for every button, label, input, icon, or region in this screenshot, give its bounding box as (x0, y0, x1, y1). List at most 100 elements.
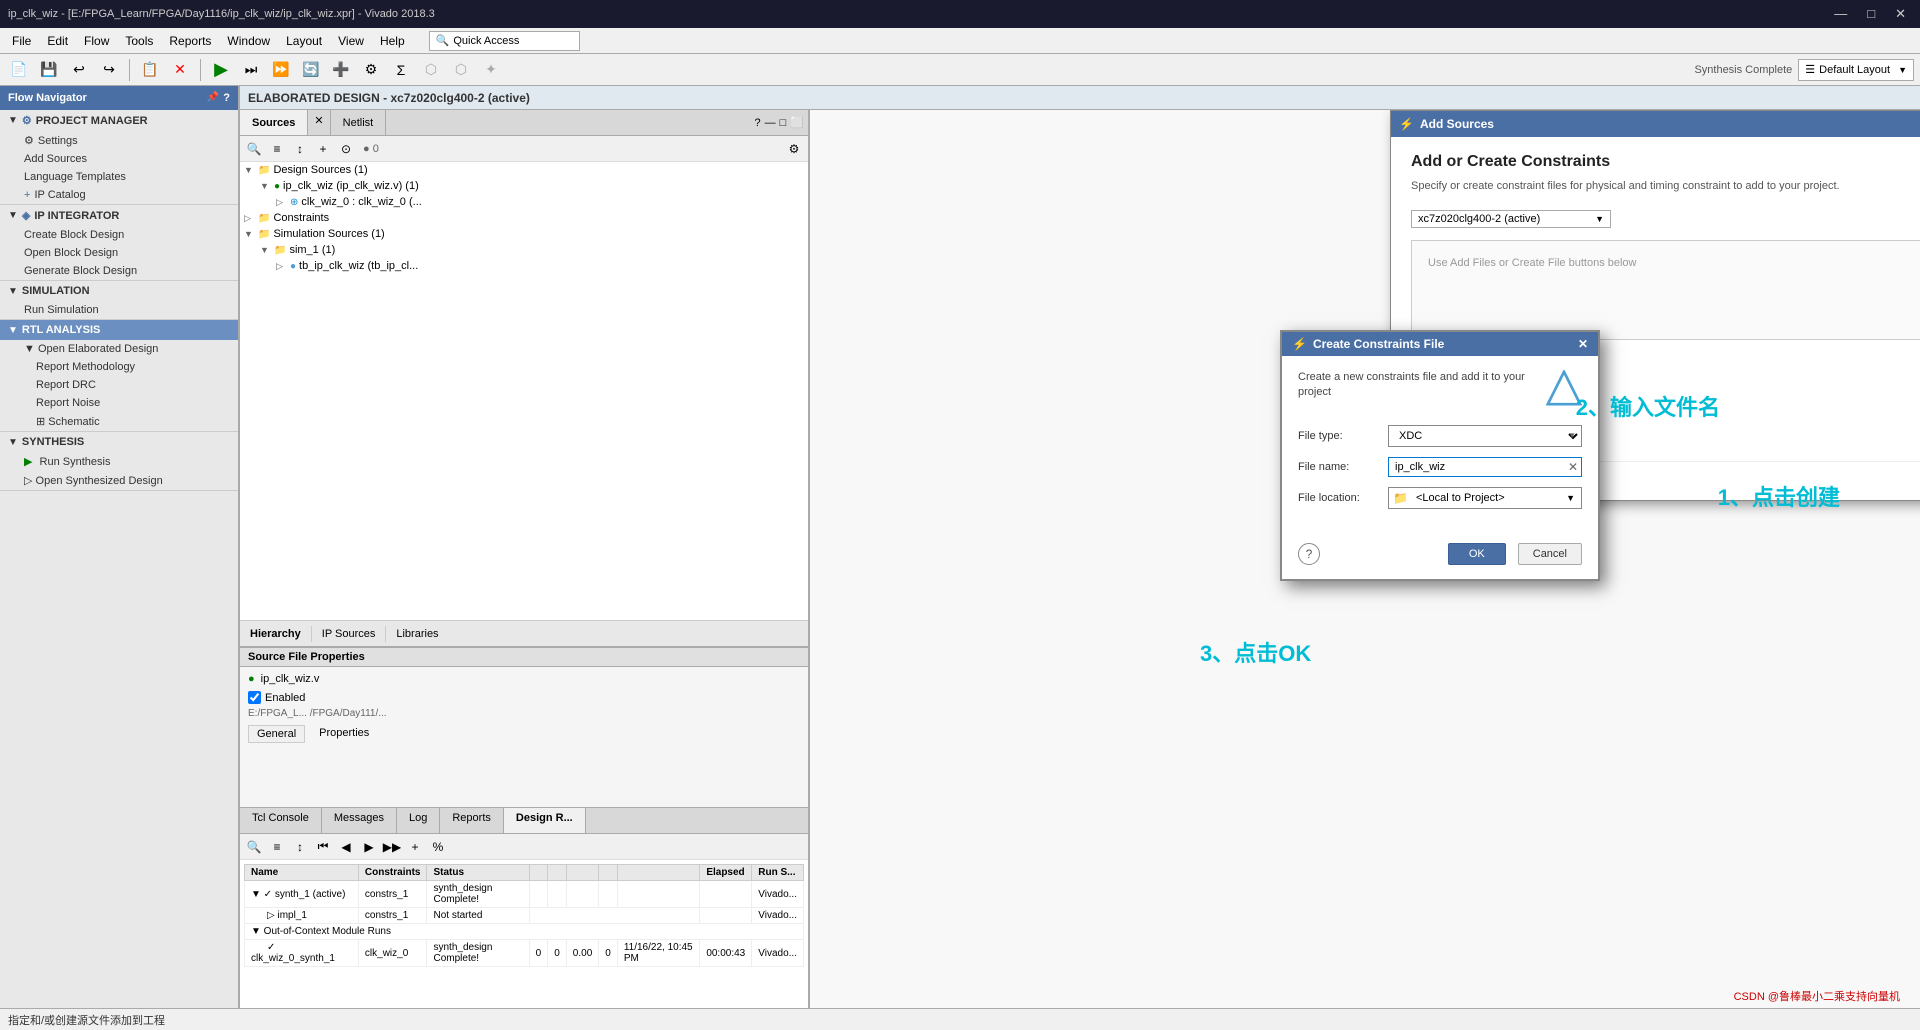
nav-create-block[interactable]: Create Block Design (0, 226, 238, 244)
quick-access-input[interactable] (453, 35, 573, 47)
nav-pin[interactable]: 📌 (207, 92, 219, 104)
tab-sources[interactable]: Sources (240, 110, 308, 135)
nav-help[interactable]: ? (223, 92, 230, 104)
create-close-btn[interactable]: ✕ (1578, 337, 1588, 351)
nav-language-templates[interactable]: Language Templates (0, 168, 238, 186)
nav-report-noise[interactable]: Report Noise (0, 394, 238, 412)
tree-clk-wiz-0[interactable]: ▷ ⊕ clk_wiz_0 : clk_wiz_0 (... (240, 194, 808, 210)
console-percent[interactable]: % (428, 837, 448, 857)
console-filter[interactable]: ≡ (267, 837, 287, 857)
step-btn[interactable]: ⏭ (238, 57, 264, 83)
tree-design-sources[interactable]: ▼ 📁 Design Sources (1) (240, 162, 808, 178)
tab-tcl[interactable]: Tcl Console (240, 808, 322, 833)
ip-integrator-header[interactable]: ▼ ◈ IP INTEGRATOR (0, 205, 238, 226)
nav-open-synth[interactable]: ▷ Open Synthesized Design (0, 471, 238, 490)
nav-schematic[interactable]: ⊞ Schematic (0, 412, 238, 431)
console-play[interactable]: ▶ (359, 837, 379, 857)
file-type-select[interactable]: XDC (1388, 425, 1582, 447)
run-btn[interactable]: ▶ (208, 57, 234, 83)
nav-run-simulation[interactable]: Run Simulation (0, 301, 238, 319)
console-search[interactable]: 🔍 (244, 837, 264, 857)
console-sort[interactable]: ↕ (290, 837, 310, 857)
tab-messages[interactable]: Messages (322, 808, 397, 833)
sources-sort[interactable]: ↕ (290, 139, 310, 159)
nav-open-elab[interactable]: ▼ Open Elaborated Design (0, 340, 238, 358)
create-cancel-btn[interactable]: Cancel (1518, 543, 1582, 565)
layout-dropdown[interactable]: ☰ Default Layout ▼ (1798, 59, 1914, 81)
copy-btn[interactable]: 📋 (137, 57, 163, 83)
minimize-btn[interactable]: — (1828, 4, 1853, 24)
console-add[interactable]: + (405, 837, 425, 857)
sources-gear[interactable]: ⚙ (784, 139, 804, 159)
file-name-input[interactable] (1388, 457, 1582, 477)
delete-btn[interactable]: ✕ (167, 57, 193, 83)
tab-hierarchy[interactable]: Hierarchy (240, 626, 312, 642)
table-row[interactable]: ▷ impl_1 constrs_1 Not started Vivado... (245, 908, 804, 924)
console-prev[interactable]: ◀ (336, 837, 356, 857)
console-first[interactable]: ⏮ (313, 837, 333, 857)
file-name-clear[interactable]: ✕ (1568, 460, 1578, 474)
quick-access-bar[interactable]: 🔍 (429, 31, 581, 51)
prop-tab-general[interactable]: General (248, 725, 305, 743)
sources-restore[interactable]: □ (780, 117, 787, 129)
step2-btn[interactable]: ⏩ (268, 57, 294, 83)
menu-file[interactable]: File (4, 32, 39, 50)
table-row[interactable]: ▼ ✓ synth_1 (active) constrs_1 synth_des… (245, 881, 804, 908)
new-btn[interactable]: 📄 (6, 57, 32, 83)
menu-flow[interactable]: Flow (76, 32, 117, 50)
prop-enabled-check[interactable] (248, 691, 261, 704)
tree-tb-ip[interactable]: ▷ ● tb_ip_clk_wiz (tb_ip_cl... (240, 258, 808, 274)
col-runs[interactable]: Run S... (752, 865, 804, 881)
menu-view[interactable]: View (330, 32, 372, 50)
sources-add[interactable]: + (313, 139, 333, 159)
tab-log[interactable]: Log (397, 808, 440, 833)
col-constraints[interactable]: Constraints (358, 865, 427, 881)
project-manager-header[interactable]: ▼ ⚙ PROJECT MANAGER (0, 110, 238, 131)
rtl-header[interactable]: ▼ RTL ANALYSIS (0, 320, 238, 340)
tab-reports[interactable]: Reports (440, 808, 504, 833)
simulation-header[interactable]: ▼ SIMULATION (0, 281, 238, 301)
sources-search[interactable]: 🔍 (244, 139, 264, 159)
tab-ip-sources[interactable]: IP Sources (312, 626, 387, 642)
menu-help[interactable]: Help (372, 32, 413, 50)
maximize-btn[interactable]: □ (1861, 4, 1881, 24)
sources-help[interactable]: ? (755, 117, 761, 129)
nav-report-methodology[interactable]: Report Methodology (0, 358, 238, 376)
save-btn[interactable]: 💾 (36, 57, 62, 83)
tree-ip-clk-wiz[interactable]: ▼ ● ip_clk_wiz (ip_clk_wiz.v) (1) (240, 178, 808, 194)
create-ok-btn[interactable]: OK (1448, 543, 1506, 565)
nav-ip-catalog[interactable]: +IP Catalog (0, 186, 238, 204)
menu-window[interactable]: Window (219, 32, 278, 50)
file-location-dropdown[interactable]: 📁 <Local to Project> ▼ (1388, 487, 1582, 509)
col-name[interactable]: Name (245, 865, 359, 881)
tree-constraints[interactable]: ▷ 📁 Constraints (240, 210, 808, 226)
nav-settings[interactable]: ⚙Settings (0, 131, 238, 150)
active-part-dropdown[interactable]: xc7z020clg400-2 (active) ▼ (1411, 210, 1611, 228)
create-help-circle[interactable]: ? (1298, 543, 1320, 565)
tab-libraries[interactable]: Libraries (386, 626, 448, 642)
menu-tools[interactable]: Tools (117, 32, 161, 50)
reset-btn[interactable]: 🔄 (298, 57, 324, 83)
prop-tab-properties[interactable]: Properties (311, 725, 377, 743)
sources-filter[interactable]: ≡ (267, 139, 287, 159)
menu-edit[interactable]: Edit (39, 32, 76, 50)
tree-sim-sources[interactable]: ▼ 📁 Simulation Sources (1) (240, 226, 808, 242)
nav-report-drc[interactable]: Report DRC (0, 376, 238, 394)
menu-layout[interactable]: Layout (278, 32, 330, 50)
tool-c[interactable]: ✦ (478, 57, 504, 83)
sigma-btn[interactable]: Σ (388, 57, 414, 83)
col-status[interactable]: Status (427, 865, 529, 881)
console-next[interactable]: ▶▶ (382, 837, 402, 857)
nav-gen-block[interactable]: Generate Block Design (0, 262, 238, 280)
close-btn[interactable]: ✕ (1889, 4, 1912, 24)
sources-minus[interactable]: — (765, 117, 776, 129)
table-row[interactable]: ✓ clk_wiz_0_synth_1 clk_wiz_0 synth_desi… (245, 940, 804, 967)
col-elapsed[interactable]: Elapsed (700, 865, 752, 881)
undo-btn[interactable]: ↩ (66, 57, 92, 83)
add-btn[interactable]: ➕ (328, 57, 354, 83)
table-row[interactable]: ▼ Out-of-Context Module Runs (245, 924, 804, 940)
nav-run-synthesis[interactable]: ▶ Run Synthesis (0, 452, 238, 471)
synthesis-header[interactable]: ▼ SYNTHESIS (0, 432, 238, 452)
sources-refresh[interactable]: ⊙ (336, 139, 356, 159)
nav-open-block[interactable]: Open Block Design (0, 244, 238, 262)
